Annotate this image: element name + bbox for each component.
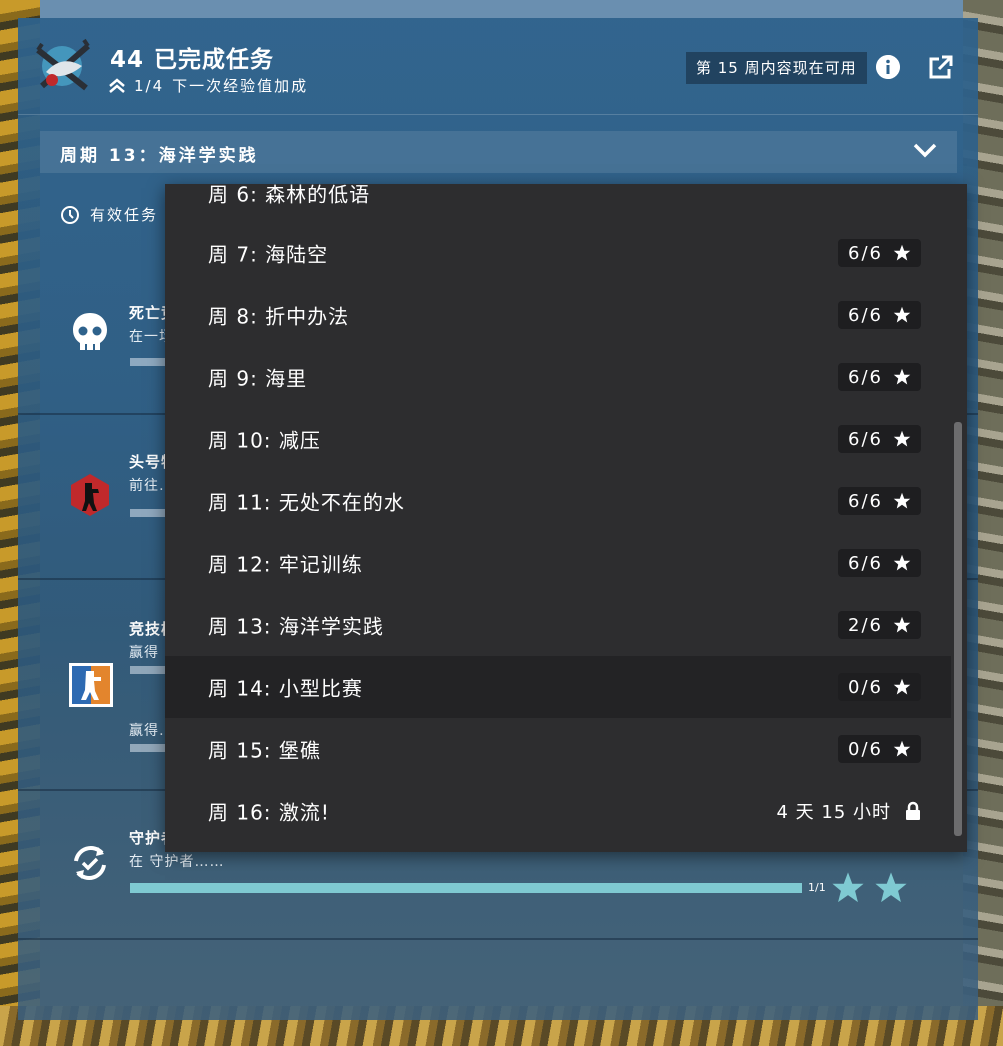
week-label: 周 10: 减压 [208, 428, 321, 453]
week-stars-badge: 6/6 [838, 549, 921, 577]
week-label: 周 7: 海陆空 [208, 242, 329, 267]
star-icon [893, 492, 911, 509]
star-icon [893, 740, 911, 757]
unlock-time: 4 天 15 小时 [776, 802, 891, 823]
double-chevron-up-icon [109, 77, 125, 93]
ct-soldier-hex-icon [71, 474, 109, 516]
xp-progress: 1/4 [134, 76, 165, 95]
star-icon [893, 430, 911, 447]
week-dropdown: 周 6: 森林的低语 周 7: 海陆空 6/6 周 8: 折中办法 6/6 周 … [165, 184, 967, 852]
week-stars: 6/6 [848, 490, 883, 512]
week-label: 周 11: 无处不在的水 [208, 490, 405, 515]
season-selector[interactable]: 周期 13：海洋学实践 [40, 131, 957, 173]
mission-progress-bar [130, 666, 170, 674]
panel-header: 44 已完成任务 1/4 下一次经验值加成 第 15 周内容现在可用 [18, 18, 978, 115]
star-icon [893, 616, 911, 633]
week-item[interactable]: 周 10: 减压 6/6 [165, 408, 951, 470]
week-stars: 6/6 [848, 552, 883, 574]
mission-progress-bar-secondary [130, 744, 170, 752]
external-link-icon[interactable] [928, 54, 954, 80]
week-label: 周 12: 牢记训练 [208, 552, 363, 577]
week-unlock-timer: 4 天 15 小时 [776, 798, 921, 824]
star-icon [893, 368, 911, 385]
star-icon [832, 872, 864, 903]
week-stars-badge: 2/6 [838, 611, 921, 639]
week-stars-badge: 0/6 [838, 735, 921, 763]
week-stars-badge: 6/6 [838, 301, 921, 329]
mission-desc: 在 守护者…… [129, 854, 225, 870]
week-label: 周 6: 森林的低语 [208, 184, 371, 207]
week-item[interactable]: 周 6: 森林的低语 [165, 184, 951, 224]
completed-label: 已完成任务 [154, 47, 275, 73]
completed-missions: 44 已完成任务 [110, 40, 274, 74]
star-icon [893, 678, 911, 695]
week-item[interactable]: 周 8: 折中办法 6/6 [165, 284, 951, 346]
xp-label: 下一次经验值加成 [172, 77, 309, 95]
week-stars-badge: 0/6 [838, 673, 921, 701]
week-label: 周 15: 堡礁 [208, 738, 321, 763]
star-icon [893, 554, 911, 571]
week-item[interactable]: 周 9: 海里 6/6 [165, 346, 951, 408]
mission-progress-bar [130, 358, 170, 366]
star-icon [893, 306, 911, 323]
xp-bonus-row: 1/4 下一次经验值加成 [108, 75, 308, 96]
lock-icon [906, 801, 920, 820]
week-item-locked[interactable]: 周 16: 激流! 4 天 15 小时 [165, 780, 951, 842]
week-stars: 0/6 [848, 676, 883, 698]
mission-progress-bar [130, 509, 170, 517]
week-stars: 6/6 [848, 366, 883, 388]
mission-progress-text: 1/1 [808, 881, 826, 894]
week-stars: 0/6 [848, 738, 883, 760]
refresh-check-icon [74, 846, 106, 880]
star-icon [875, 872, 907, 903]
week-item[interactable]: 周 11: 无处不在的水 6/6 [165, 470, 951, 532]
active-missions-label: 有效任务 [90, 206, 159, 224]
operation-logo-icon [36, 38, 90, 91]
week-label: 周 14: 小型比赛 [208, 676, 363, 701]
week-stars-badge: 6/6 [838, 363, 921, 391]
week-stars-badge: 6/6 [838, 239, 921, 267]
week-stars-badge: 6/6 [838, 487, 921, 515]
chevron-down-icon [913, 143, 937, 158]
week-item[interactable]: 周 7: 海陆空 6/6 [165, 222, 951, 284]
week-stars: 6/6 [848, 304, 883, 326]
skull-icon [73, 313, 107, 350]
week-item[interactable]: 周 13: 海洋学实践 2/6 [165, 594, 951, 656]
week-stars: 6/6 [848, 428, 883, 450]
week-item[interactable]: 周 12: 牢记训练 6/6 [165, 532, 951, 594]
week-available-badge: 第 15 周内容现在可用 [686, 52, 867, 84]
competitive-icon [69, 663, 113, 707]
week-stars-badge: 6/6 [838, 425, 921, 453]
week-stars: 6/6 [848, 242, 883, 264]
clock-icon [61, 205, 79, 224]
week-stars: 2/6 [848, 614, 883, 636]
completed-count: 44 [110, 47, 145, 73]
info-icon[interactable] [876, 55, 900, 79]
week-item[interactable]: 周 15: 堡礁 0/6 [165, 718, 951, 780]
star-icon [893, 244, 911, 261]
week-label: 周 16: 激流! [208, 800, 330, 825]
dropdown-scrollbar[interactable] [954, 422, 962, 836]
week-label: 周 8: 折中办法 [208, 304, 350, 329]
week-label: 周 13: 海洋学实践 [208, 614, 384, 639]
active-missions-row: 有效任务 [60, 204, 158, 225]
mission-progress-bar [130, 883, 802, 893]
week-item-hovered[interactable]: 周 14: 小型比赛 0/6 [165, 656, 951, 718]
season-title: 周期 13：海洋学实践 [60, 146, 259, 166]
week-label: 周 9: 海里 [208, 366, 308, 391]
